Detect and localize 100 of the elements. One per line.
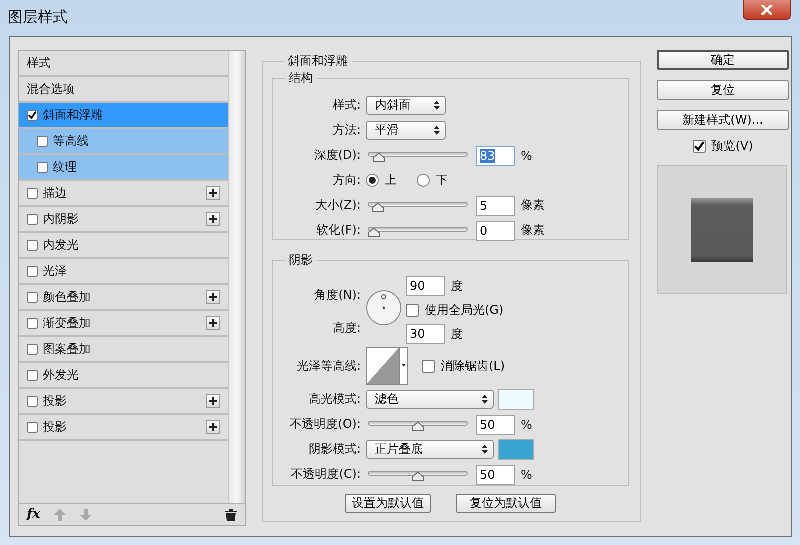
color-swatch[interactable] [498, 439, 534, 460]
item-label: 样式 [27, 54, 52, 72]
group-title: 阴影 [288, 252, 314, 269]
close-icon [761, 4, 773, 14]
unit-label: 像素 [521, 197, 545, 214]
slider[interactable] [368, 150, 468, 162]
dialog-button[interactable]: 复位 [657, 80, 789, 100]
checkbox[interactable] [27, 110, 38, 120]
updown-icon [482, 395, 488, 404]
updown-icon [434, 126, 440, 135]
checkbox[interactable] [692, 140, 706, 153]
slider[interactable] [368, 200, 468, 212]
field-label: 不透明度(C): [290, 466, 362, 483]
checkbox[interactable] [37, 162, 48, 172]
field-label: 方法: [332, 122, 362, 139]
contour-picker[interactable] [366, 347, 408, 385]
slider[interactable] [368, 418, 468, 430]
angle-field[interactable]: 90 [406, 276, 445, 296]
checkbox[interactable] [27, 344, 38, 354]
add-button[interactable] [206, 316, 220, 330]
slider[interactable] [368, 224, 468, 236]
field-label: 不透明度(O): [289, 416, 362, 433]
highlight-mode-select[interactable]: 滤色 [366, 390, 494, 409]
field-label: 深度(D): [313, 147, 362, 164]
checkbox[interactable] [422, 360, 435, 372]
checkbox[interactable] [27, 292, 38, 302]
style-select[interactable]: 内斜面 [366, 96, 446, 115]
item-label: 混合选项 [27, 80, 76, 98]
updown-icon [482, 445, 488, 454]
window-title: 图层样式 [8, 8, 68, 27]
close-button[interactable] [743, 0, 791, 20]
fx-button[interactable]: fx [27, 507, 40, 522]
item-label: 光泽 [43, 262, 68, 280]
dialog-button[interactable]: 新建样式(W)... [657, 110, 789, 130]
add-button[interactable] [206, 394, 220, 408]
add-button[interactable] [206, 290, 220, 304]
defaults-button[interactable]: 设置为默认值 [345, 494, 431, 513]
selected-text: 83 [480, 148, 496, 162]
field-label: 阴影模式: [308, 441, 362, 458]
value-field[interactable]: 0 [476, 220, 515, 240]
checkbox[interactable] [27, 266, 38, 276]
field-label: 角度(N): [314, 287, 361, 304]
value-field[interactable]: 5 [476, 196, 515, 216]
trash-icon[interactable] [225, 508, 237, 520]
checkbox[interactable] [27, 240, 38, 250]
value-field[interactable]: 83 [476, 146, 515, 166]
technique-select[interactable]: 平滑 [366, 121, 446, 140]
style-list-item[interactable]: 等高线 [19, 129, 228, 155]
checkbox[interactable] [27, 214, 38, 224]
style-list-item[interactable]: 图案叠加 [19, 337, 228, 363]
add-button[interactable] [206, 212, 220, 226]
style-list-item[interactable]: 投影 [19, 415, 228, 441]
add-button[interactable] [206, 420, 220, 434]
style-list-item[interactable]: 描边 [19, 181, 228, 207]
scrollbar[interactable] [228, 51, 245, 503]
radio-dot-icon [369, 177, 376, 184]
style-list-item[interactable]: 渐变叠加 [19, 311, 228, 337]
shadow-mode-select[interactable]: 正片叠底 [366, 440, 494, 459]
field-label: 软化(F): [316, 222, 362, 239]
item-label: 颜色叠加 [43, 288, 92, 306]
value-field[interactable]: 50 [476, 464, 515, 484]
global-light-checkbox[interactable]: 使用全局光(G) [406, 302, 504, 318]
unit-label: % [521, 418, 532, 432]
item-label: 内阴影 [43, 210, 80, 228]
anti-aliased-checkbox[interactable]: 消除锯齿(L) [422, 358, 506, 374]
angle-dial[interactable] [366, 290, 402, 326]
value-field[interactable]: 50 [476, 414, 515, 434]
checkbox[interactable] [27, 318, 38, 328]
unit-label: 像素 [521, 222, 545, 239]
style-list-item[interactable]: 光泽 [19, 259, 228, 285]
slider[interactable] [368, 468, 468, 480]
field-label: 方向: [332, 172, 362, 189]
color-swatch[interactable] [498, 389, 534, 410]
item-label: 图案叠加 [43, 340, 92, 358]
item-label: 描边 [43, 184, 68, 202]
checkbox[interactable] [27, 188, 38, 198]
style-list-item[interactable]: 纹理 [19, 155, 228, 181]
style-list-item[interactable]: 斜面和浮雕 [19, 103, 228, 129]
direction-radio[interactable]: 下 [417, 172, 448, 189]
checkbox[interactable] [37, 136, 48, 146]
defaults-button[interactable]: 复位为默认值 [456, 494, 556, 513]
item-label: 内发光 [43, 236, 80, 254]
add-button[interactable] [206, 186, 220, 200]
dialog-button[interactable]: 确定 [657, 50, 789, 70]
preview-checkbox[interactable]: 预览(V) [692, 138, 754, 155]
item-label: 渐变叠加 [43, 314, 92, 332]
altitude-field[interactable]: 30 [406, 324, 445, 344]
style-list-item[interactable]: 内阴影 [19, 207, 228, 233]
style-list-item[interactable]: 投影 [19, 389, 228, 415]
checkbox[interactable] [27, 370, 38, 380]
style-list-item[interactable]: 外发光 [19, 363, 228, 389]
checkbox[interactable] [27, 422, 38, 432]
checkbox[interactable] [27, 396, 38, 406]
style-list-item[interactable]: 内发光 [19, 233, 228, 259]
style-list-item[interactable]: 颜色叠加 [19, 285, 228, 311]
checkbox[interactable] [406, 304, 419, 316]
item-label: 投影 [43, 392, 68, 410]
direction-radio[interactable]: 上 [366, 172, 397, 189]
section-title: 斜面和浮雕 [287, 53, 349, 70]
updown-icon [434, 101, 440, 110]
